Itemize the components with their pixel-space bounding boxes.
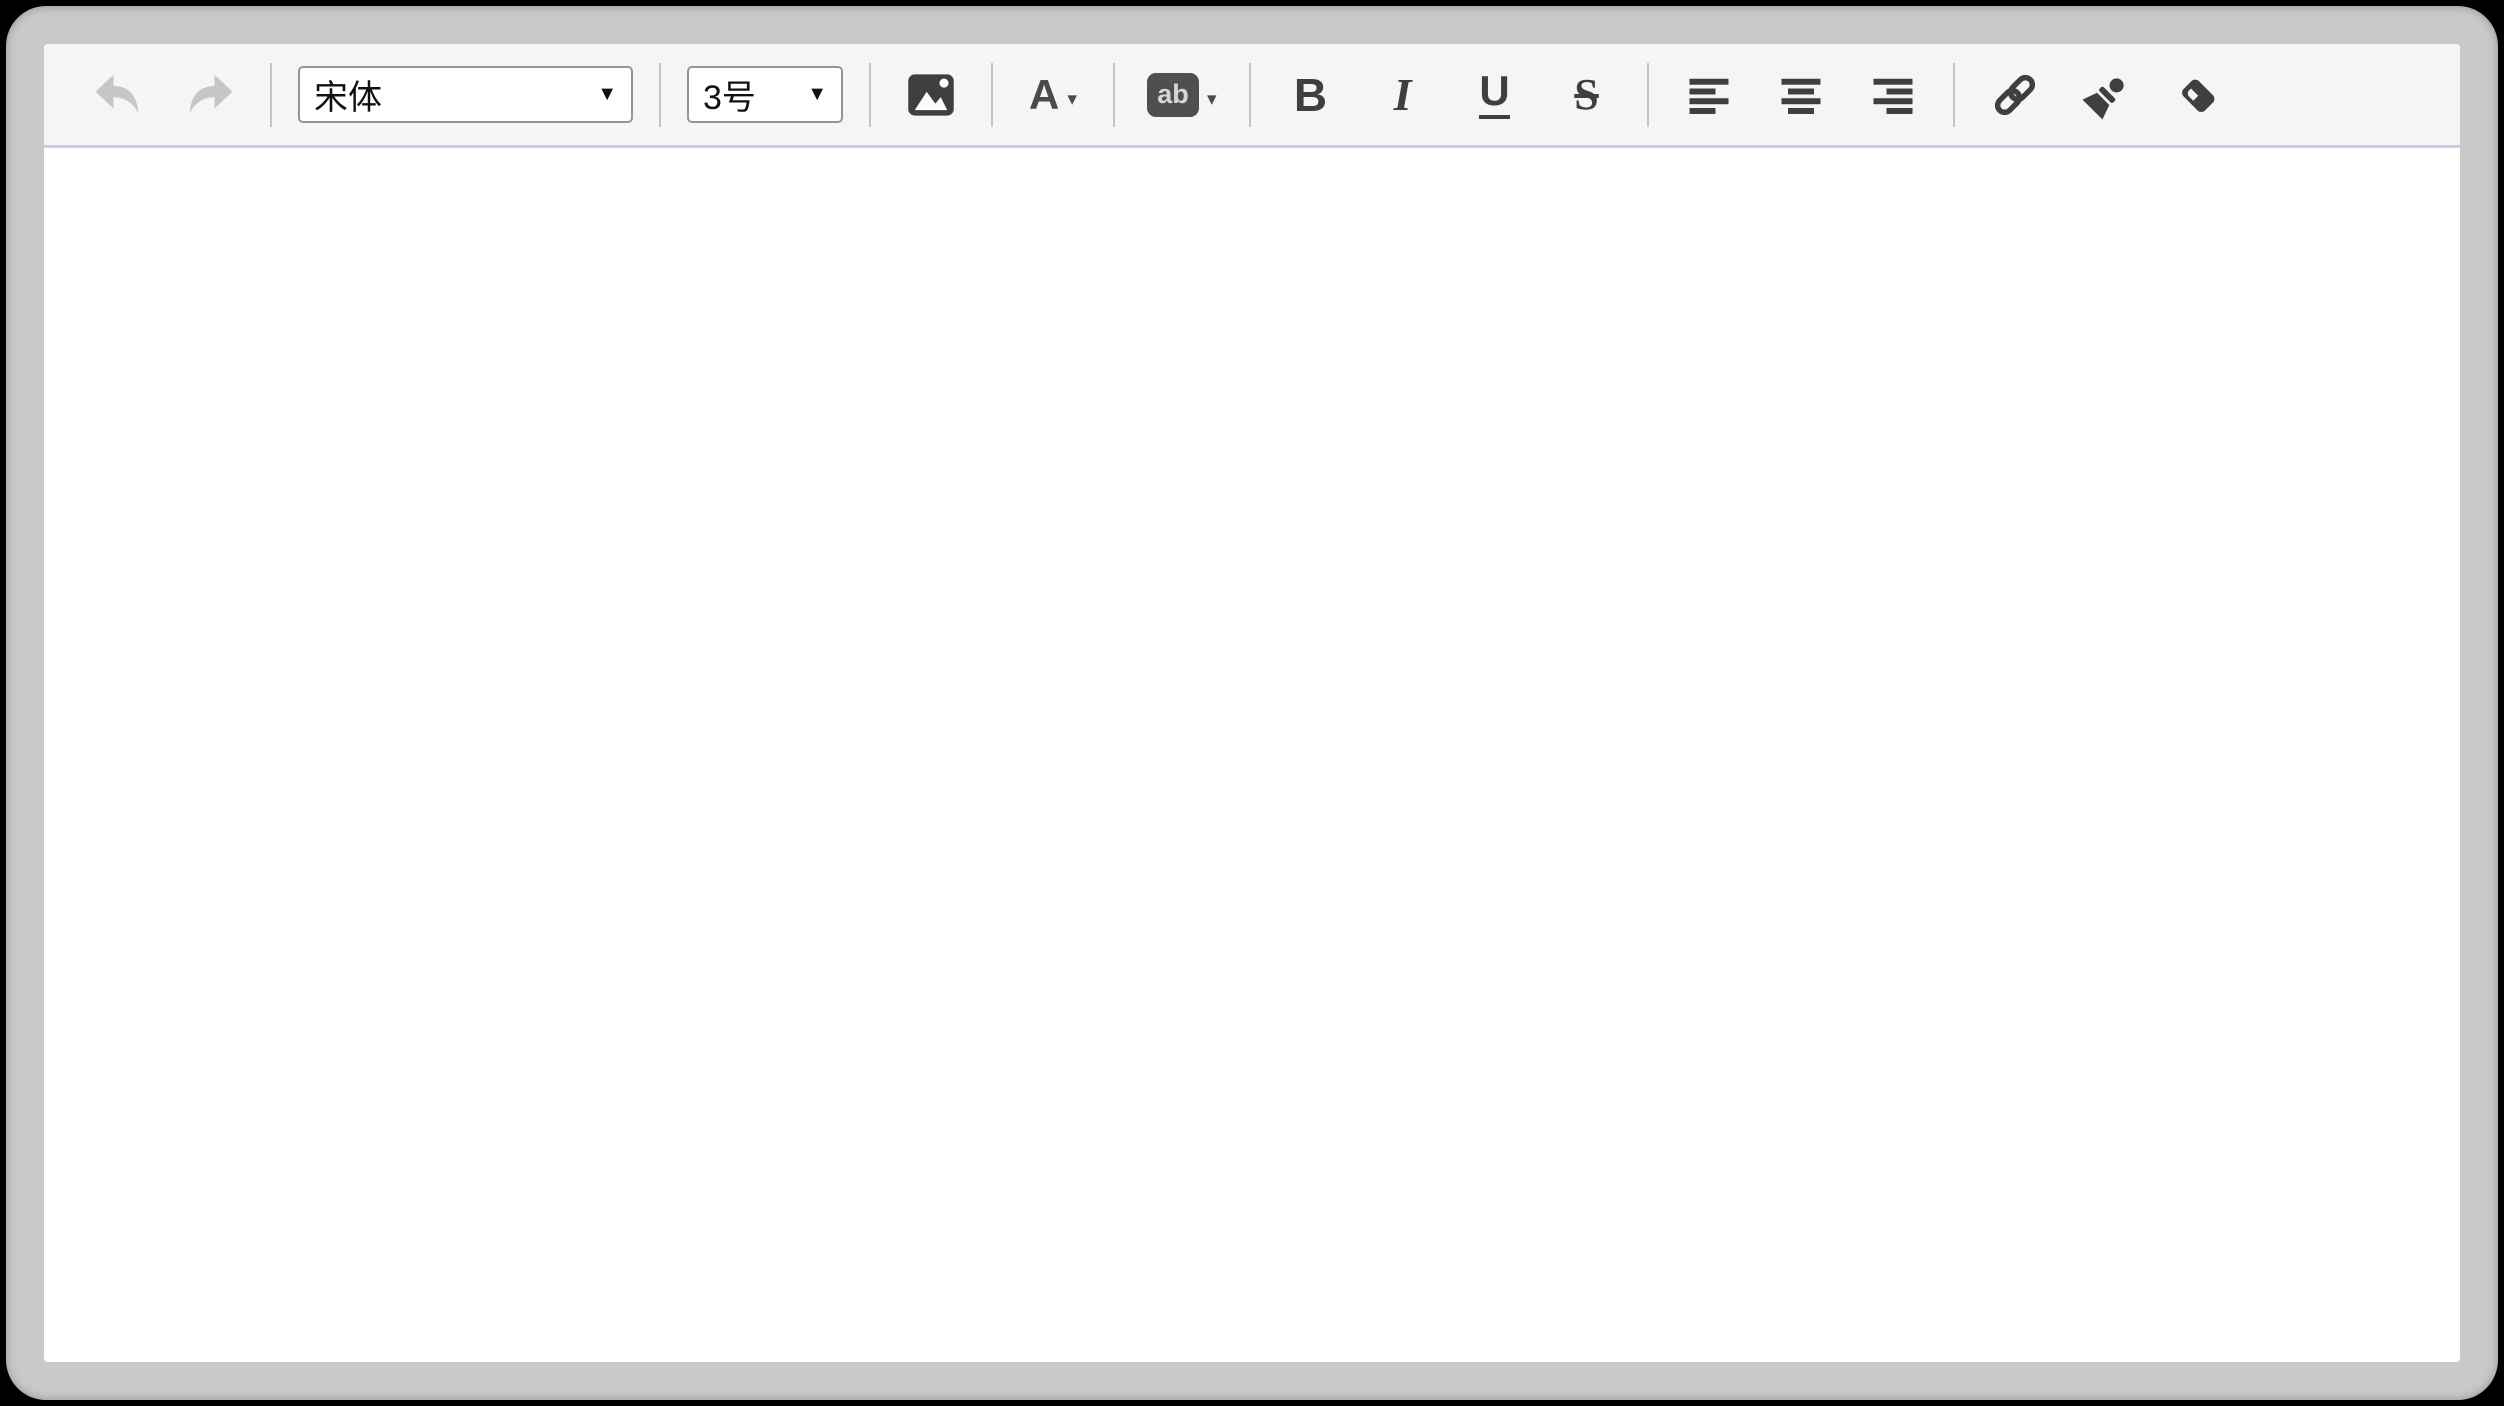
italic-icon: I — [1394, 68, 1412, 121]
dropdown-arrow-icon: ▾ — [1067, 88, 1077, 111]
paint-brush-icon — [2081, 69, 2133, 121]
highlight-badge-icon: ab — [1147, 73, 1199, 117]
select-arrow-icon: ▼ — [597, 83, 617, 106]
font-size-select[interactable]: 3号 ▼ — [687, 66, 843, 123]
font-size-value: 3号 — [703, 70, 756, 119]
window-frame: 宋体 ▼ 3号 ▼ — [6, 6, 2498, 1400]
insert-image-button[interactable] — [903, 57, 959, 133]
redo-icon — [183, 68, 237, 122]
toolbar-divider — [1113, 63, 1115, 127]
select-arrow-icon: ▼ — [807, 83, 827, 106]
align-left-button[interactable] — [1681, 57, 1737, 133]
font-color-label: A — [1029, 74, 1059, 116]
toolbar-divider — [1249, 63, 1251, 127]
toolbar-divider — [1647, 63, 1649, 127]
align-left-icon — [1683, 69, 1735, 121]
insert-link-button[interactable] — [1987, 57, 2043, 133]
align-right-button[interactable] — [1865, 57, 1921, 133]
redo-button[interactable] — [182, 57, 238, 133]
font-color-button[interactable]: A ▾ — [1025, 57, 1081, 133]
rich-text-editor: 宋体 ▼ 3号 ▼ — [44, 44, 2460, 1362]
bold-icon: B — [1294, 68, 1327, 122]
undo-button[interactable] — [90, 57, 146, 133]
editor-content[interactable] — [44, 148, 2460, 1362]
editor-window: 宋体 ▼ 3号 ▼ — [0, 0, 2504, 1406]
image-icon — [905, 69, 957, 121]
dropdown-arrow-icon: ▾ — [1207, 88, 1217, 111]
editor-toolbar: 宋体 ▼ 3号 ▼ — [44, 44, 2460, 148]
underline-icon: U — [1479, 70, 1509, 119]
undo-icon — [91, 68, 145, 122]
align-right-icon — [1867, 69, 1919, 121]
toolbar-divider — [270, 63, 272, 127]
toolbar-divider — [1953, 63, 1955, 127]
toolbar-divider — [869, 63, 871, 127]
toolbar-divider — [659, 63, 661, 127]
underline-button[interactable]: U — [1467, 57, 1523, 133]
link-icon — [1989, 69, 2041, 121]
align-center-icon — [1775, 69, 1827, 121]
clear-format-button[interactable] — [2171, 57, 2227, 133]
strikethrough-button[interactable]: S — [1559, 57, 1615, 133]
format-brush-button[interactable] — [2079, 57, 2135, 133]
eraser-icon — [2173, 69, 2225, 121]
toolbar-divider — [991, 63, 993, 127]
highlight-color-button[interactable]: ab ▾ — [1147, 57, 1217, 133]
bold-button[interactable]: B — [1283, 57, 1339, 133]
font-family-value: 宋体 — [314, 70, 382, 119]
italic-button[interactable]: I — [1375, 57, 1431, 133]
font-family-select[interactable]: 宋体 ▼ — [298, 66, 633, 123]
strikethrough-icon: S — [1574, 69, 1598, 120]
align-center-button[interactable] — [1773, 57, 1829, 133]
